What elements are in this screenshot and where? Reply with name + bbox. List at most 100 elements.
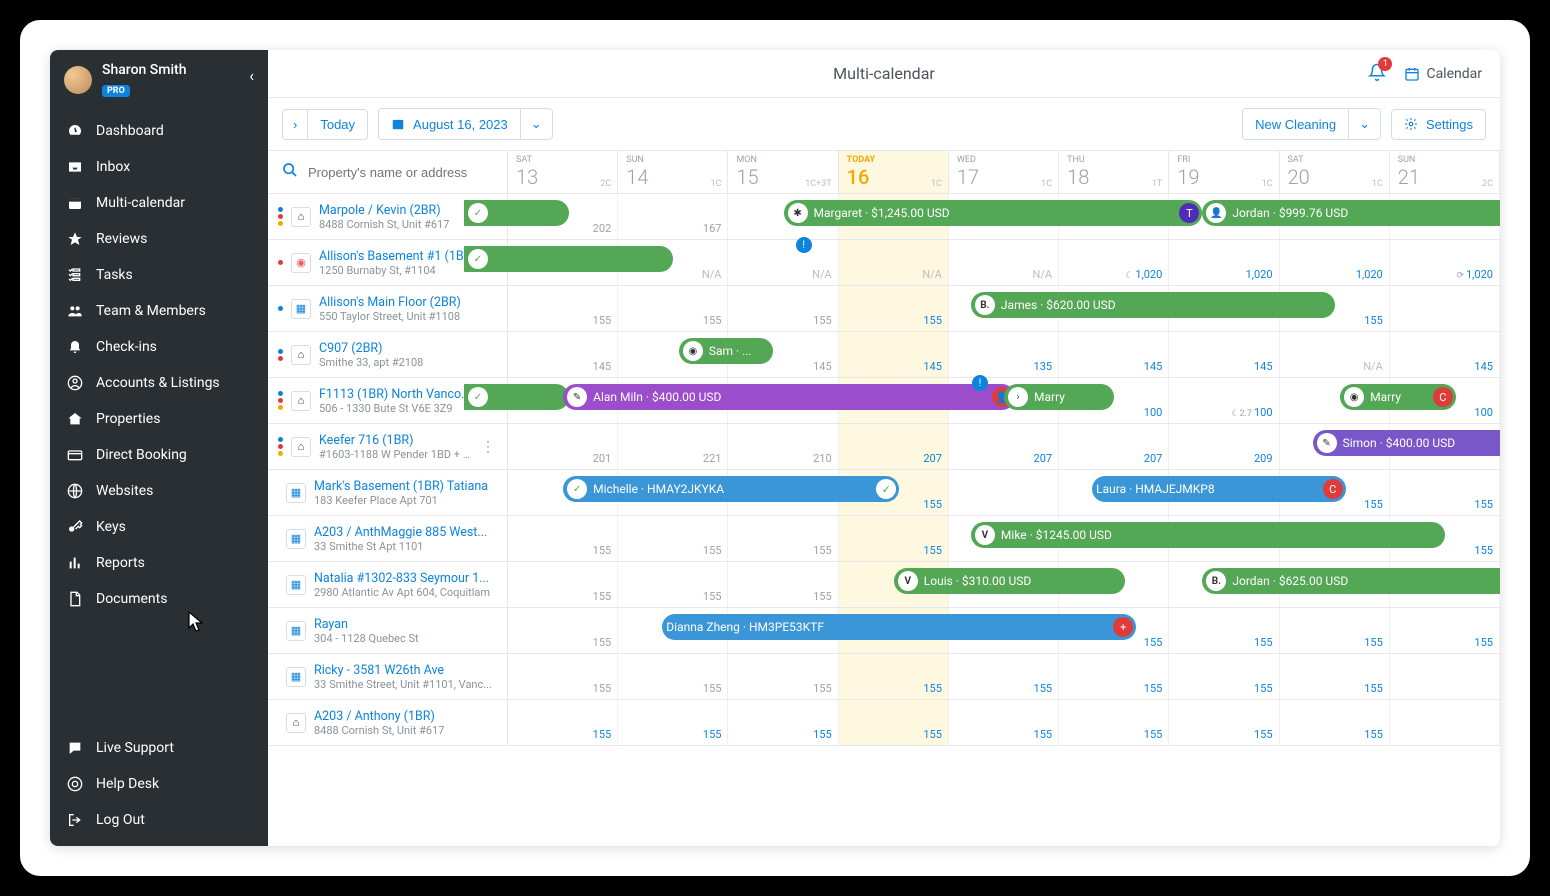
property-name[interactable]: Keefer 716 (1BR) <box>319 433 471 448</box>
calendar-cell[interactable]: 135 <box>949 332 1059 377</box>
booking-event[interactable]: Dianna Zheng · HM3PE53KTF+ <box>662 614 1136 640</box>
calendar-cell[interactable] <box>1390 286 1500 331</box>
calendar-cell[interactable]: ⟳ 1,020 <box>1390 240 1500 285</box>
new-cleaning-button[interactable]: New Cleaning <box>1242 108 1349 140</box>
calendar-cell[interactable]: 201 <box>508 424 618 469</box>
calendar-cell[interactable]: 155 <box>1169 608 1279 653</box>
booking-event[interactable]: ✎Alan Miln · $400.00 USD👤 <box>563 384 1015 410</box>
calendar-cell[interactable]: 155 <box>618 562 728 607</box>
property-name[interactable]: Allison's Basement #1 (1BR) <box>319 249 476 264</box>
calendar-cell[interactable]: 155 <box>728 286 838 331</box>
property-cell[interactable]: ⌂ A203 / Anthony (1BR) 8488 Cornish St, … <box>268 700 508 745</box>
calendar-cell[interactable]: 155 <box>618 700 728 745</box>
sidebar-item-check-ins[interactable]: Check-ins <box>50 329 268 365</box>
calendar-cell[interactable]: 155 <box>839 516 949 561</box>
property-name[interactable]: Mark's Basement (1BR) Tatiana <box>314 479 488 494</box>
user-block[interactable]: Sharon Smith PRO ‹ <box>50 50 268 109</box>
sidebar-item-tasks[interactable]: Tasks <box>50 257 268 293</box>
day-header[interactable]: SAT 13 2C <box>508 151 618 193</box>
calendar-cell[interactable] <box>1390 654 1500 699</box>
calendar-cell[interactable]: 145 <box>1390 332 1500 377</box>
property-cell[interactable]: ▦ A203 / AnthMaggie 885 West... 33 Smith… <box>268 516 508 561</box>
booking-event[interactable]: ✓Michelle · HMAY2JKYKA✓ <box>563 476 899 502</box>
calendar-cell[interactable]: N/A <box>949 240 1059 285</box>
property-cell[interactable]: ⌂ C907 (2BR) Smithe 33, apt #2108 <box>268 332 508 377</box>
notifications-button[interactable]: 1 <box>1368 63 1386 85</box>
calendar-cell[interactable] <box>949 470 1059 515</box>
calendar-cell[interactable]: 167 <box>618 194 728 239</box>
booking-event[interactable]: ◉Sam · ... <box>679 338 773 364</box>
calendar-switch[interactable]: Calendar <box>1404 66 1482 82</box>
property-cell[interactable]: ▦ Ricky - 3581 W26th Ave 33 Smithe Stree… <box>268 654 508 699</box>
calendar-cell[interactable]: 155 <box>508 700 618 745</box>
booking-event[interactable]: VLouis · $310.00 USD <box>894 568 1125 594</box>
calendar-cell[interactable]: 155 <box>618 286 728 331</box>
property-cell[interactable]: ▦ Allison's Main Floor (2BR) 550 Taylor … <box>268 286 508 331</box>
sidebar-item-dashboard[interactable]: Dashboard <box>50 113 268 149</box>
sidebar-item-help-desk[interactable]: Help Desk <box>50 766 268 802</box>
calendar-cell[interactable]: N/A <box>1280 332 1390 377</box>
calendar-cell[interactable]: 155 <box>508 654 618 699</box>
calendar-cell[interactable]: 155 <box>1390 608 1500 653</box>
calendar-cell[interactable]: 207 <box>1059 424 1169 469</box>
sidebar-item-keys[interactable]: Keys <box>50 509 268 545</box>
sidebar-item-properties[interactable]: Properties <box>50 401 268 437</box>
new-cleaning-dropdown[interactable]: ⌄ <box>1348 108 1381 140</box>
calendar-cell[interactable]: 155 <box>728 516 838 561</box>
calendar-cell[interactable]: N/A <box>839 240 949 285</box>
today-button[interactable]: Today <box>307 109 368 140</box>
calendar-cell[interactable]: 145 <box>1059 332 1169 377</box>
property-cell[interactable]: ▦ Mark's Basement (1BR) Tatiana 183 Keef… <box>268 470 508 515</box>
sidebar-item-direct-booking[interactable]: Direct Booking <box>50 437 268 473</box>
property-search-input[interactable] <box>308 165 493 180</box>
sidebar-item-team-members[interactable]: Team & Members <box>50 293 268 329</box>
booking-event[interactable]: B.James · $620.00 USD <box>971 292 1335 318</box>
calendar-cell[interactable] <box>1390 700 1500 745</box>
date-dropdown[interactable]: ⌄ <box>520 108 553 140</box>
calendar-cell[interactable]: 210 <box>728 424 838 469</box>
row-menu-icon[interactable]: ⋮ <box>479 439 497 455</box>
calendar-cell[interactable]: 155 <box>839 700 949 745</box>
calendar-cell[interactable]: 145 <box>1169 332 1279 377</box>
booking-event[interactable]: ✎Simon · $400.00 USD <box>1313 430 1500 456</box>
sidebar-item-live-support[interactable]: Live Support <box>50 730 268 766</box>
calendar-cell[interactable]: 155 <box>1280 700 1390 745</box>
calendar-cell[interactable]: 209 <box>1169 424 1279 469</box>
sidebar-item-accounts-listings[interactable]: Accounts & Listings <box>50 365 268 401</box>
sidebar-item-reviews[interactable]: Reviews <box>50 221 268 257</box>
day-header[interactable]: SUN 21 2C <box>1390 151 1500 193</box>
sidebar-item-reports[interactable]: Reports <box>50 545 268 581</box>
booking-event[interactable]: ✓ <box>464 384 569 410</box>
property-name[interactable]: C907 (2BR) <box>319 341 423 356</box>
calendar-cell[interactable]: 155 <box>839 654 949 699</box>
calendar-cell[interactable]: 155 <box>728 562 838 607</box>
day-header[interactable]: TODAY 16 1C <box>839 151 949 193</box>
calendar-cell[interactable]: 145 <box>508 332 618 377</box>
calendar-cell[interactable]: 207 <box>839 424 949 469</box>
calendar-cell[interactable]: N/A <box>728 240 838 285</box>
sidebar-item-documents[interactable]: Documents <box>50 581 268 617</box>
calendar-cell[interactable]: 155 <box>1059 700 1169 745</box>
calendar-cell[interactable]: 207 <box>949 424 1059 469</box>
property-name[interactable]: F1113 (1BR) North Vancouver <box>319 387 471 402</box>
booking-event[interactable]: Laura · HMAJEJMKP8C <box>1092 476 1346 502</box>
calendar-cell[interactable]: 1,020 <box>1169 240 1279 285</box>
calendar-cell[interactable]: 155 <box>1169 700 1279 745</box>
booking-event[interactable]: ✓ <box>464 246 673 272</box>
property-cell[interactable]: ▦ Rayan 304 - 1128 Quebec St <box>268 608 508 653</box>
booking-event[interactable]: B.Jordan · $625.00 USD <box>1202 568 1500 594</box>
calendar-cell[interactable]: 155 <box>618 516 728 561</box>
property-name[interactable]: Ricky - 3581 W26th Ave <box>314 663 492 678</box>
day-header[interactable]: THU 18 1T <box>1059 151 1169 193</box>
collapse-sidebar-icon[interactable]: ‹ <box>249 66 254 85</box>
property-cell[interactable]: ⌂ Keefer 716 (1BR) #1603-1188 W Pender 1… <box>268 424 508 469</box>
calendar-cell[interactable]: 155 <box>949 654 1059 699</box>
calendar-cell[interactable]: 221 <box>618 424 728 469</box>
property-name[interactable]: Marpole / Kevin (2BR) <box>319 203 449 218</box>
calendar-cell[interactable]: 155 <box>1390 470 1500 515</box>
calendar-cell[interactable]: 155 <box>839 286 949 331</box>
day-header[interactable]: MON 15 1C+3T <box>728 151 838 193</box>
calendar-cell[interactable]: 155 <box>949 700 1059 745</box>
property-name[interactable]: Natalia #1302-833 Seymour 1... <box>314 571 490 586</box>
property-name[interactable]: Rayan <box>314 617 419 632</box>
